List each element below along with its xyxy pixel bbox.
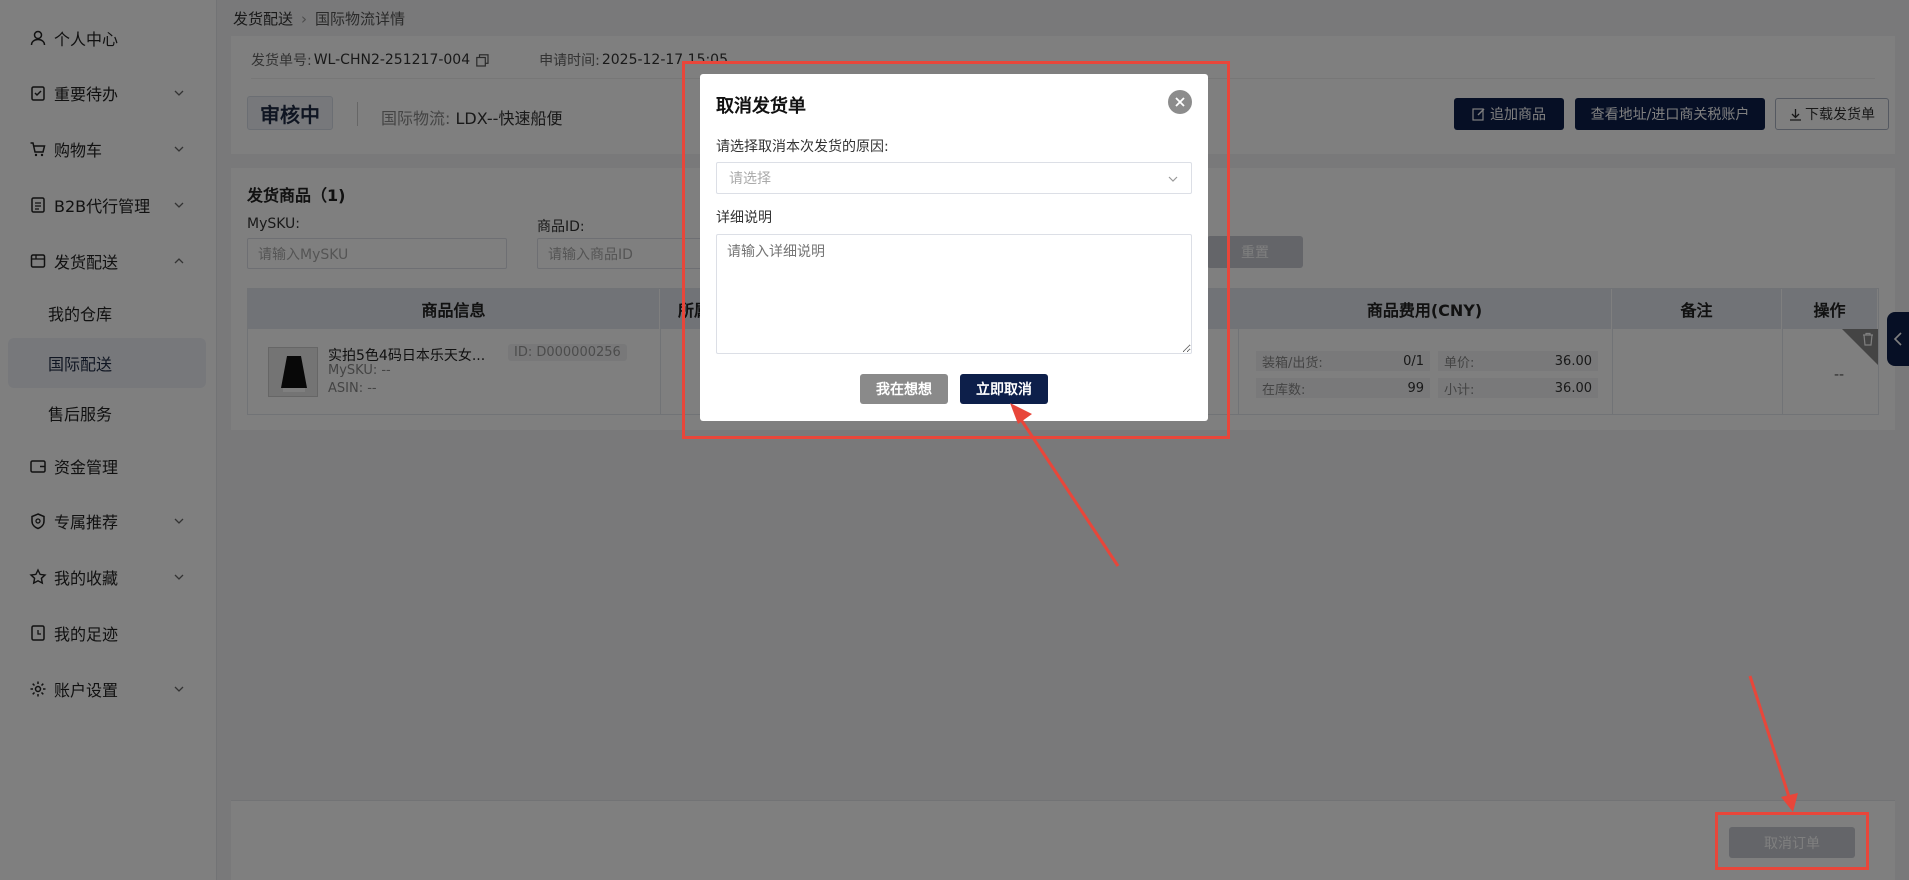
annotation-highlight-cancel-order <box>1715 812 1869 870</box>
annotation-highlight-modal <box>682 61 1230 439</box>
